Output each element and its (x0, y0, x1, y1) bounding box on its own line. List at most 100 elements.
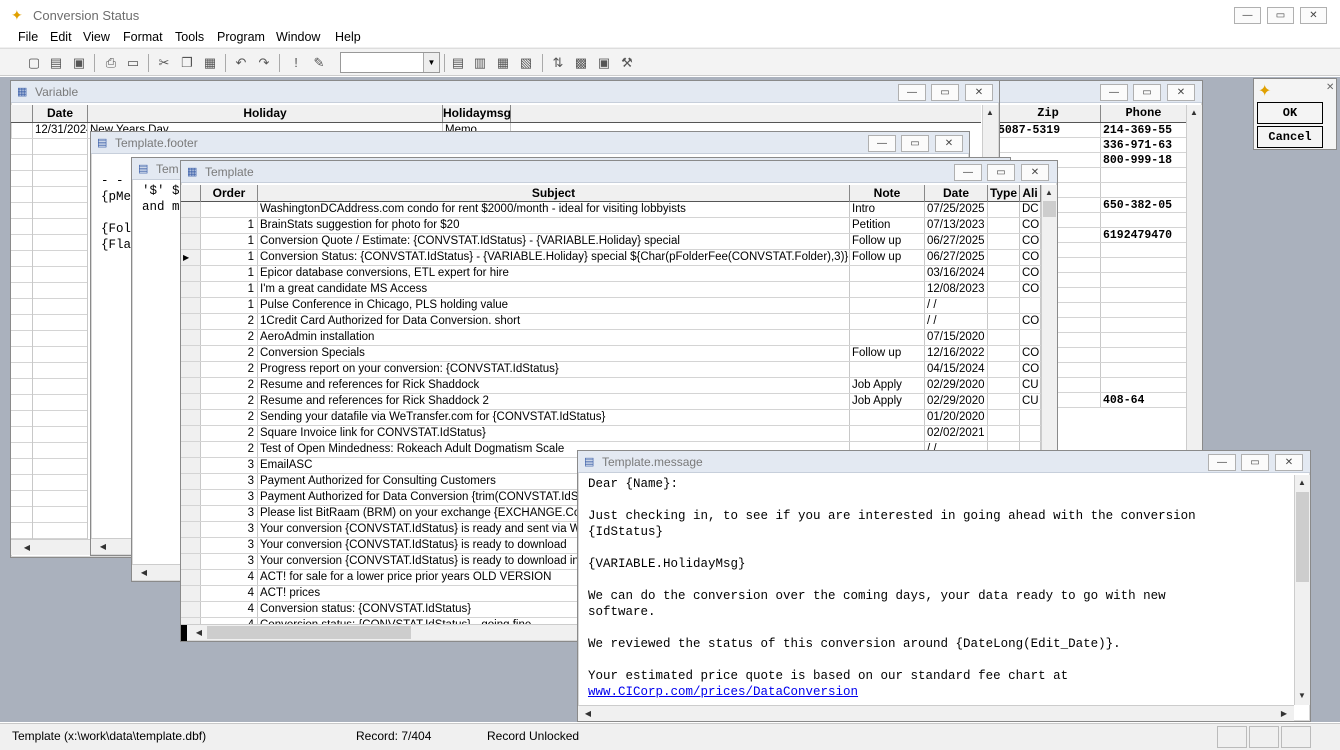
menu-window[interactable]: Window (276, 30, 320, 44)
cell-note[interactable]: Job Apply (850, 394, 925, 409)
cell-phone[interactable]: 650-382-05 (1101, 198, 1186, 212)
row-selector[interactable] (181, 314, 201, 329)
cell-note[interactable]: Follow up (850, 234, 925, 249)
table-row[interactable]: 2 Progress report on your conversion: {CO… (181, 362, 1041, 378)
row-selector[interactable] (181, 474, 201, 489)
cell-date[interactable]: 04/15/2024 (925, 362, 988, 377)
cell-date[interactable]: 02/29/2020 (925, 378, 988, 393)
row-selector[interactable] (181, 442, 201, 457)
cell-ali[interactable]: CO (1020, 218, 1041, 233)
cell-ali[interactable]: CO (1020, 362, 1041, 377)
cell-ali[interactable] (1020, 298, 1041, 313)
cell-order[interactable]: 3 (201, 490, 258, 505)
row-selector[interactable] (181, 554, 201, 569)
row-selector[interactable] (181, 298, 201, 313)
message-editor[interactable]: Dear {Name}: Just checking in, to see if… (578, 475, 1294, 705)
cell-type[interactable] (988, 314, 1020, 329)
row-selector[interactable] (181, 346, 201, 361)
browse-icon[interactable]: ▣ (594, 53, 614, 73)
scroll-up-icon[interactable]: ▲ (1186, 105, 1202, 121)
cell-phone[interactable]: 214-369-55 (1101, 123, 1186, 137)
cell-note[interactable]: Job Apply (850, 378, 925, 393)
cell-type[interactable] (988, 426, 1020, 441)
row-selector[interactable] (181, 426, 201, 441)
cell-phone[interactable] (1101, 303, 1186, 317)
table-row[interactable]: 2 Resume and references for Rick Shaddock… (181, 394, 1041, 410)
modify-icon[interactable]: ✎ (309, 53, 329, 73)
table-row[interactable]: 5087-5319 214-369-55 (996, 123, 1186, 138)
table-row[interactable]: 1 Conversion Quote / Estimate: {CONVSTAT.… (181, 234, 1041, 250)
table-row[interactable]: 1 BrainStats suggestion for photo for $20… (181, 218, 1041, 234)
cell-date[interactable]: 07/25/2025 (925, 202, 988, 217)
cell-phone[interactable] (1101, 333, 1186, 347)
cell-date[interactable]: 02/02/2021 (925, 426, 988, 441)
window-minimize-button[interactable]: — (1100, 84, 1128, 101)
cell-order[interactable]: 3 (201, 554, 258, 569)
cell-subject[interactable]: 1Credit Card Authorized for Data Convers… (258, 314, 850, 329)
cell-date[interactable]: / / (925, 314, 988, 329)
scroll-up-icon[interactable]: ▲ (1041, 185, 1057, 201)
cell-date[interactable]: / / (925, 298, 988, 313)
scroll-left-icon[interactable]: ◀ (136, 565, 152, 581)
column-header-holidaymsg[interactable]: Holidaymsg (443, 105, 511, 122)
scroll-thumb[interactable] (1043, 201, 1056, 217)
cell-zip[interactable]: 5087-5319 (996, 123, 1101, 137)
cell-phone[interactable] (1101, 243, 1186, 257)
table-row[interactable]: WashingtonDCAddress.com condo for rent $… (181, 202, 1041, 218)
cell-phone[interactable] (1101, 318, 1186, 332)
cell-ali[interactable]: CO (1020, 250, 1041, 265)
cell-order[interactable]: 1 (201, 234, 258, 249)
menu-view[interactable]: View (83, 30, 110, 44)
horizontal-scrollbar[interactable]: ◀ (11, 539, 101, 555)
window-close-button[interactable]: ✕ (1275, 454, 1303, 471)
column-header-zip[interactable]: Zip (996, 105, 1101, 122)
sort-icon[interactable]: ⇅ (548, 53, 568, 73)
cell-phone[interactable]: 6192479470 (1101, 228, 1186, 242)
vertical-scrollbar[interactable]: ▲ ▼ (1294, 475, 1310, 705)
table-row[interactable]: 2 1Credit Card Authorized for Data Conver… (181, 314, 1041, 330)
cell-order[interactable] (201, 202, 258, 217)
cell-date[interactable]: 12/08/2023 (925, 282, 988, 297)
menu-tools[interactable]: Tools (175, 30, 204, 44)
message-window[interactable]: ▤ Template.message — ▭ ✕ Dear {Name}: Ju… (577, 450, 1311, 722)
cell-order[interactable]: 1 (201, 298, 258, 313)
cell-phone[interactable] (1101, 273, 1186, 287)
ok-button[interactable]: OK (1257, 102, 1323, 124)
column-header-type[interactable]: Type (988, 185, 1020, 202)
row-selector[interactable] (181, 506, 201, 521)
cell-date[interactable]: 03/16/2024 (925, 266, 988, 281)
cell-subject[interactable]: Square Invoice link for CONVSTAT.IdStatu… (258, 426, 850, 441)
report-icon[interactable]: ▥ (470, 53, 490, 73)
new-icon[interactable]: ▢ (24, 53, 44, 73)
open-icon[interactable]: ▤ (46, 53, 66, 73)
cell-ali[interactable]: CO (1020, 266, 1041, 281)
form-icon[interactable]: ▤ (448, 53, 468, 73)
cell-date[interactable]: 12/16/2022 (925, 346, 988, 361)
menu-edit[interactable]: Edit (50, 30, 72, 44)
table-row[interactable]: 1 Pulse Conference in Chicago, PLS holdin… (181, 298, 1041, 314)
menu-format[interactable]: Format (123, 30, 163, 44)
cell-order[interactable]: 2 (201, 410, 258, 425)
table-row[interactable]: 2 Square Invoice link for CONVSTAT.IdStat… (181, 426, 1041, 442)
cell-date[interactable]: 12/31/2024 (33, 123, 88, 138)
cell-order[interactable]: 3 (201, 506, 258, 521)
column-header-ali[interactable]: Ali (1020, 185, 1041, 202)
row-selector[interactable] (181, 282, 201, 297)
cell-note[interactable] (850, 330, 925, 345)
row-selector[interactable] (181, 394, 201, 409)
window-minimize-button[interactable]: — (954, 164, 982, 181)
cell-order[interactable]: 4 (201, 602, 258, 617)
price-chart-link[interactable]: www.CICorp.com/prices/DataConversion (588, 685, 858, 699)
copy-icon[interactable]: ❐ (177, 53, 197, 73)
cell-note[interactable] (850, 426, 925, 441)
cell-subject[interactable]: Conversion Specials (258, 346, 850, 361)
row-selector[interactable] (181, 218, 201, 233)
cell-ali[interactable]: CU (1020, 394, 1041, 409)
cell-ali[interactable]: CO (1020, 346, 1041, 361)
cell-date[interactable]: 06/27/2025 (925, 250, 988, 265)
cell-phone[interactable]: 336-971-63 (1101, 138, 1186, 152)
undo-icon[interactable]: ↶ (231, 53, 251, 73)
cell-subject[interactable]: AeroAdmin installation (258, 330, 850, 345)
cell-order[interactable]: 2 (201, 394, 258, 409)
window-close-button[interactable]: ✕ (935, 135, 963, 152)
